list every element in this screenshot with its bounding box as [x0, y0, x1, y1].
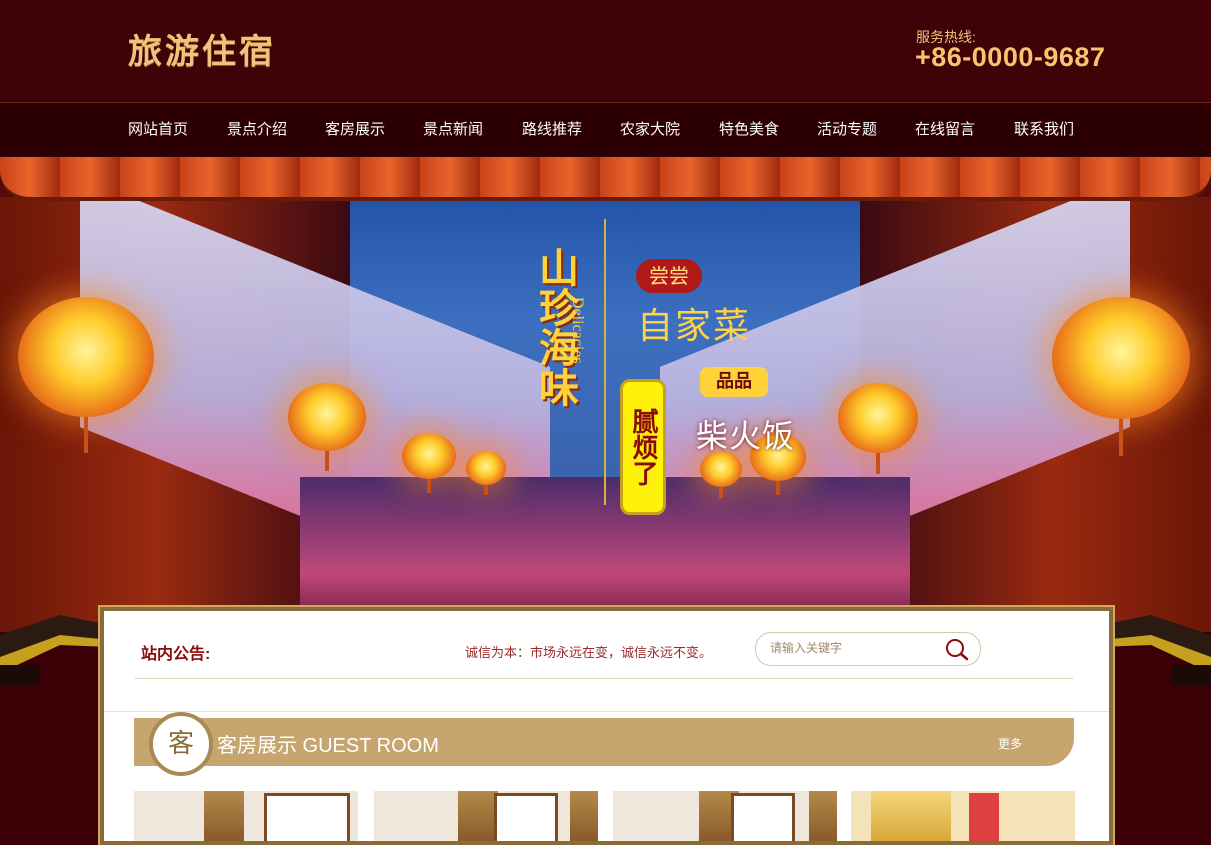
nav-item-home[interactable]: 网站首页 — [128, 103, 188, 157]
room-decoration — [969, 793, 999, 841]
room-window — [731, 793, 795, 841]
notice-label: 站内公告: — [141, 646, 211, 663]
search-icon[interactable] — [944, 637, 970, 661]
room-curtain — [871, 791, 951, 841]
room-curtain — [570, 791, 598, 841]
banner-badge-top: 尝尝 — [636, 259, 702, 293]
main-nav: 网站首页 景点介绍 客房展示 景点新闻 路线推荐 农家大院 特色美食 活动专题 … — [0, 103, 1211, 157]
notice-bar: 站内公告: 诚信为本：市场永远在变，诚信永远不变。 — [135, 626, 1073, 679]
site-header: 旅游住宿 服务热线: +86-0000-9687 — [0, 0, 1211, 103]
nav-item-news[interactable]: 景点新闻 — [423, 103, 483, 157]
more-link[interactable]: 更多 — [998, 735, 1022, 752]
room-curtain — [204, 791, 244, 841]
banner-dish: 柴火饭 — [696, 417, 796, 455]
room-window — [264, 793, 350, 841]
room-thumbnail[interactable] — [613, 791, 837, 841]
nav-item-routes[interactable]: 路线推荐 — [522, 103, 582, 157]
section-header-rooms: 客 客房展示 GUEST ROOM 更多 — [134, 712, 1074, 776]
nav-item-events[interactable]: 活动专题 — [817, 103, 877, 157]
nav-item-food[interactable]: 特色美食 — [719, 103, 779, 157]
room-thumbnail[interactable] — [134, 791, 358, 841]
banner-curtain — [0, 157, 1211, 201]
site-logo[interactable]: 旅游住宿 — [128, 24, 276, 73]
content-panel: 站内公告: 诚信为本：市场永远在变，诚信永远不变。 客 客房展示 GUEST R… — [98, 605, 1115, 845]
divider — [104, 711, 1109, 712]
lantern-icon — [18, 297, 154, 453]
room-window — [494, 793, 558, 841]
hero-banner[interactable]: 山珍海味 Delicacies 尝尝 自家菜 腻烦了 品品 柴火饭 — [0, 157, 1211, 632]
room-curtain — [458, 791, 498, 841]
nav-item-message[interactable]: 在线留言 — [915, 103, 975, 157]
lantern-icon — [466, 451, 506, 496]
nav-item-farmyard[interactable]: 农家大院 — [620, 103, 680, 157]
room-thumbnail[interactable] — [374, 791, 598, 841]
lantern-icon — [288, 383, 366, 472]
banner-badge-mid: 品品 — [700, 367, 768, 397]
lantern-icon — [402, 433, 456, 493]
banner-tagline: 自家菜 — [637, 306, 752, 347]
banner-slogan-en: Delicacies — [569, 297, 586, 364]
room-curtain — [809, 791, 837, 841]
room-thumbnail[interactable] — [851, 791, 1075, 841]
hotline-number: +86-0000-9687 — [915, 42, 1106, 72]
nav-item-contact[interactable]: 联系我们 — [1014, 103, 1074, 157]
search-input[interactable] — [770, 637, 940, 659]
banner-divider — [604, 219, 606, 505]
banner-scroll: 腻烦了 — [620, 379, 666, 515]
nav-item-rooms[interactable]: 客房展示 — [325, 103, 385, 157]
search-box — [755, 632, 981, 666]
nav-item-attractions[interactable]: 景点介绍 — [227, 103, 287, 157]
lantern-icon — [1052, 297, 1190, 456]
section-title: 客房展示 GUEST ROOM — [217, 735, 439, 757]
lantern-icon — [838, 383, 918, 474]
notice-text[interactable]: 诚信为本：市场永远在变，诚信永远不变。 — [465, 642, 712, 661]
section-badge-icon: 客 — [149, 712, 213, 776]
